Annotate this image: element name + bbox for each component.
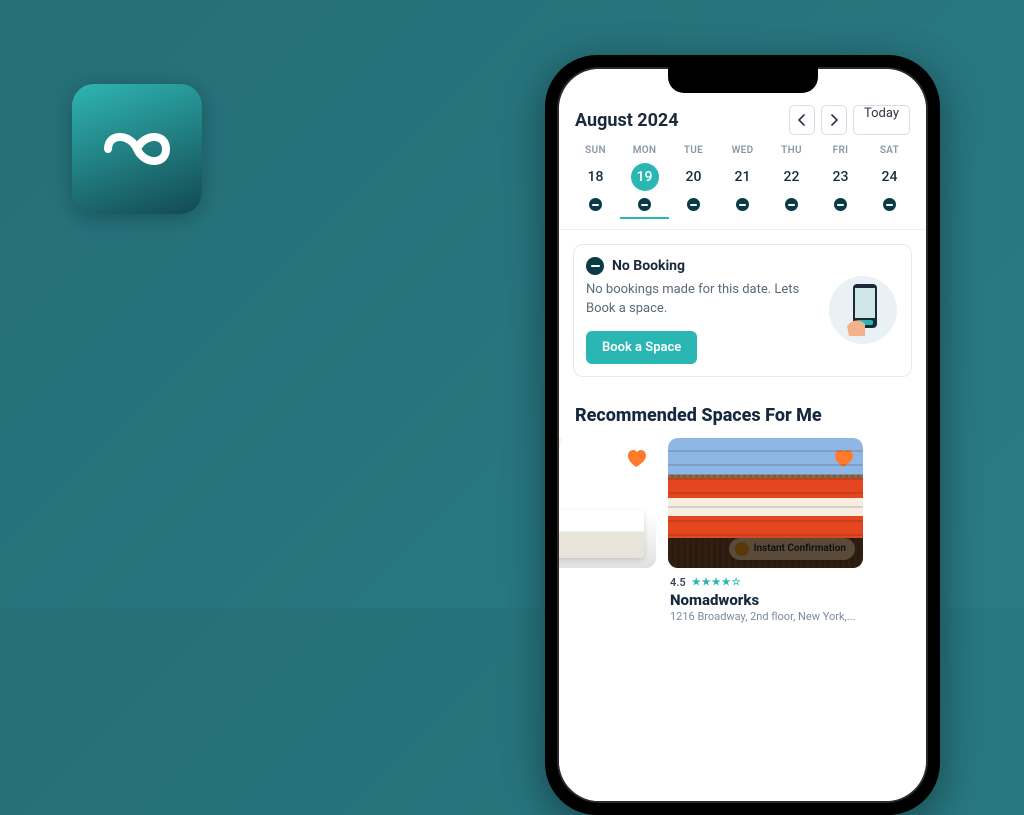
availability-dot-icon [589, 198, 602, 211]
no-booking-card: No Booking No bookings made for this dat… [573, 244, 912, 377]
recommended-heading: Recommended Spaces For Me [559, 391, 926, 438]
no-booking-title: No Booking [612, 258, 685, 274]
instant-confirmation-badge: ⚡ Instant Confirmation [729, 538, 855, 560]
availability-dot-icon [638, 198, 651, 211]
calendar-day-fri[interactable]: FRI 23 [816, 145, 865, 219]
calendar-day-sun[interactable]: SUN 18 [571, 145, 620, 219]
calendar-day-sat[interactable]: SAT 24 [865, 145, 914, 219]
calendar-next-button[interactable] [821, 105, 847, 135]
app-icon [72, 84, 202, 214]
calendar-title: August 2024 [575, 110, 679, 131]
day-number: 19 [631, 163, 659, 191]
day-label: SAT [880, 145, 899, 156]
day-number: 23 [827, 163, 855, 191]
no-booking-text: No bookings made for this date. Lets Boo… [586, 281, 817, 319]
app-screen: August 2024 Today SUN 18 [559, 69, 926, 801]
day-label: THU [781, 145, 802, 156]
calendar-day-thu[interactable]: THU 22 [767, 145, 816, 219]
phone-illustration [827, 274, 899, 346]
calendar-day-mon[interactable]: MON 19 [620, 145, 669, 219]
day-label: MON [633, 145, 657, 156]
calendar-day-tue[interactable]: TUE 20 [669, 145, 718, 219]
phone-screen-border: August 2024 Today SUN 18 [557, 67, 928, 803]
calendar-header: August 2024 Today [559, 99, 926, 145]
calendar-day-wed[interactable]: WED 21 [718, 145, 767, 219]
phone-notch [668, 67, 818, 93]
availability-dot-icon [785, 198, 798, 211]
day-number: 18 [582, 163, 610, 191]
space-image: ⚡ Instant Confirmation [668, 438, 863, 568]
space-card[interactable]: ⚡ Instant Confirmation 4.5 ★★★★☆ Nomadwo… [668, 438, 863, 623]
rating-stars-icon: ★★★★☆ [692, 577, 742, 588]
book-space-button[interactable]: Book a Space [586, 331, 697, 364]
rating: 4.5 ★★★★☆ [670, 576, 861, 589]
heart-icon[interactable] [831, 446, 855, 470]
infinity-icon [94, 121, 180, 177]
day-number: 22 [778, 163, 806, 191]
space-card[interactable]: East Side York, New York, ... [559, 438, 656, 623]
recommended-carousel[interactable]: East Side York, New York, ... ⚡ [559, 438, 926, 623]
space-title: East Side [559, 578, 654, 596]
phone-frame: August 2024 Today SUN 18 [545, 55, 940, 815]
calendar-prev-button[interactable] [789, 105, 815, 135]
availability-dot-icon [883, 198, 896, 211]
chevron-right-icon [830, 114, 838, 126]
day-number: 24 [876, 163, 904, 191]
chevron-left-icon [798, 114, 806, 126]
day-label: TUE [684, 145, 703, 156]
availability-dot-icon [736, 198, 749, 211]
rating-value: 4.5 [670, 576, 686, 589]
day-number: 20 [680, 163, 708, 191]
availability-dot-icon [687, 198, 700, 211]
space-address: 1216 Broadway, 2nd floor, New York,... [670, 610, 861, 623]
availability-dot-icon [834, 198, 847, 211]
calendar-controls: Today [789, 105, 910, 135]
today-button[interactable]: Today [853, 105, 910, 135]
calendar-week: SUN 18 MON 19 TUE 20 WED 21 [559, 145, 926, 230]
space-image [559, 438, 656, 568]
day-label: SUN [585, 145, 606, 156]
heart-icon[interactable] [624, 446, 648, 470]
day-label: WED [732, 145, 754, 156]
badge-label: Instant Confirmation [754, 543, 846, 554]
no-booking-icon [586, 257, 604, 275]
day-number: 21 [729, 163, 757, 191]
day-label: FRI [833, 145, 849, 156]
space-title: Nomadworks [670, 591, 861, 609]
bolt-icon: ⚡ [735, 542, 749, 556]
